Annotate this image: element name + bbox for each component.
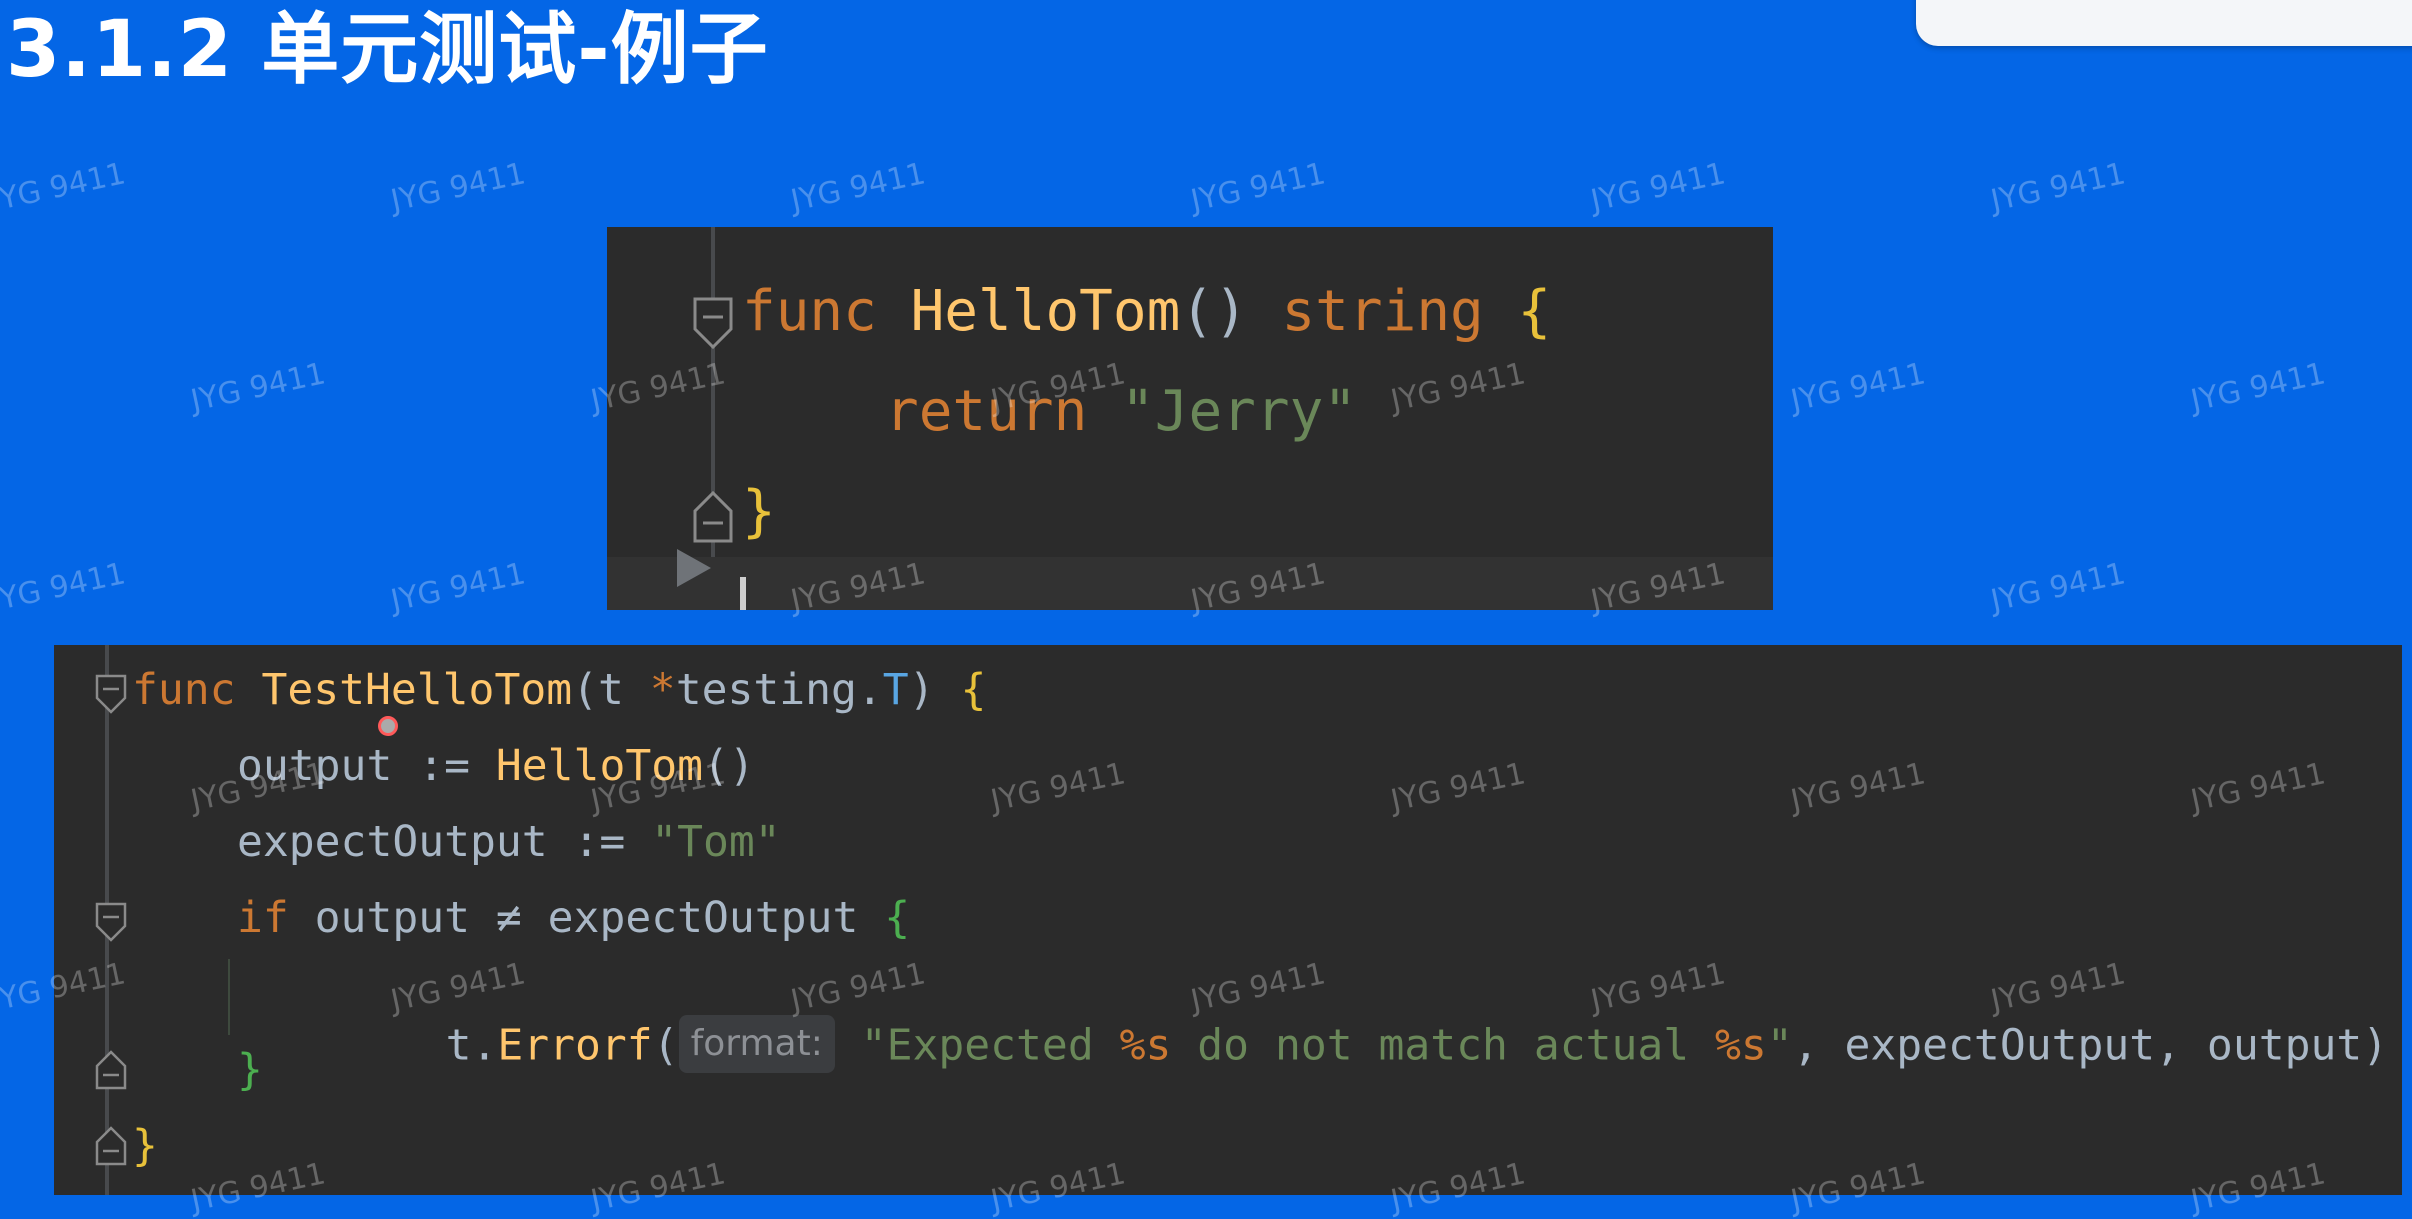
code-token: output — [314, 893, 496, 943]
code-line-3: expectOutput := "Tom" — [237, 817, 781, 867]
code-line-1: func TestHelloTom(t *testing.T) { — [132, 665, 986, 715]
code-token: { — [884, 893, 911, 943]
slide-title: 3.1.2 单元测试-例子 — [6, 5, 769, 95]
code-token: %s — [1119, 1020, 1172, 1071]
code-token: } — [237, 1045, 263, 1095]
watermark-text: JYG 9411 — [1787, 356, 1929, 419]
watermark-text: JYG 9411 — [387, 556, 529, 619]
code-token: T — [882, 665, 909, 715]
watermark-text: JYG 9411 — [1987, 556, 2129, 619]
mouse-pointer-indicator — [378, 716, 398, 736]
fold-end-icon[interactable] — [94, 1049, 128, 1091]
watermark-text: JYG 9411 — [2187, 356, 2329, 419]
code-token: { — [960, 665, 987, 715]
fold-collapse-icon[interactable] — [94, 673, 128, 715]
code-token: "Expected — [860, 1020, 1120, 1071]
code-token: do not match actual — [1171, 1020, 1716, 1071]
code-token: " — [1766, 1020, 1793, 1071]
code-line-5-prefix: t.Errorf( — [446, 1021, 679, 1071]
code-token: expectOutput — [237, 817, 574, 867]
current-line-highlight — [607, 557, 1773, 610]
code-token: . — [471, 1020, 498, 1071]
code-token: TestHelloTom — [261, 665, 573, 715]
code-line-6: } — [237, 1045, 263, 1095]
code-token: * — [649, 665, 676, 715]
code-editor-testhellotom[interactable]: func TestHelloTom(t *testing.T) { output… — [54, 645, 2402, 1195]
code-line-5-suffix: "Expected %s do not match actual %s", ex… — [835, 1021, 2388, 1071]
watermark-text: JYG 9411 — [1187, 156, 1329, 219]
watermark-text: JYG 9411 — [1987, 156, 2129, 219]
indent-guide — [228, 959, 230, 1035]
code-token: "Tom" — [651, 817, 781, 867]
fold-collapse-icon[interactable] — [691, 295, 735, 351]
code-token: () — [1180, 279, 1282, 344]
code-line-3: } — [742, 479, 776, 544]
code-token: output — [237, 741, 419, 791]
code-token: "Jerry" — [1121, 379, 1358, 444]
code-editor-hellotom[interactable]: func HelloTom() string { return "Jerry" … — [607, 227, 1773, 610]
code-token: func — [742, 279, 911, 344]
code-line-7: } — [132, 1121, 158, 1171]
fold-end-icon[interactable] — [691, 489, 735, 545]
code-line-4: if output ≠ expectOutput { — [237, 893, 910, 943]
watermark-text: JYG 9411 — [187, 356, 329, 419]
code-token: HelloTom — [910, 279, 1181, 344]
code-token: . — [856, 665, 883, 715]
code-token: testing — [675, 665, 857, 715]
code-token: func — [132, 665, 262, 715]
code-token: ≠ — [495, 893, 548, 943]
watermark-text: JYG 9411 — [1587, 156, 1729, 219]
code-token: t — [445, 1020, 472, 1071]
fold-end-icon[interactable] — [94, 1125, 128, 1167]
code-line-2: output := HelloTom() — [237, 741, 755, 791]
code-token: ) — [908, 665, 961, 715]
code-token: ( — [652, 1020, 679, 1071]
parameter-hint-format: format: — [678, 1015, 835, 1073]
code-line-1: func HelloTom() string { — [742, 279, 1551, 344]
code-token: := — [418, 741, 496, 791]
code-line-5: t.Errorf(format: "Expected %s do not mat… — [342, 969, 2388, 1127]
code-token: } — [742, 479, 776, 544]
watermark-text: JYG 9411 — [0, 556, 129, 619]
code-line-2: return "Jerry" — [885, 379, 1357, 444]
text-cursor — [740, 577, 746, 610]
code-token: HelloTom — [495, 741, 703, 791]
watermark-text: JYG 9411 — [0, 156, 129, 219]
code-token: := — [573, 817, 652, 867]
code-token: , expectOutput, output) — [1792, 1020, 2389, 1071]
code-token: (t — [572, 665, 650, 715]
floating-toolbar-panel[interactable] — [1916, 0, 2412, 46]
watermark-text: JYG 9411 — [787, 156, 929, 219]
code-token: return — [885, 379, 1122, 444]
code-token: } — [132, 1121, 158, 1171]
code-token: { — [1517, 279, 1552, 344]
code-token: () — [703, 741, 755, 791]
run-play-icon[interactable] — [673, 545, 715, 591]
code-token: if — [237, 893, 315, 943]
code-token: %s — [1715, 1020, 1767, 1071]
watermark-text: JYG 9411 — [387, 156, 529, 219]
fold-collapse-icon[interactable] — [94, 901, 128, 943]
code-token: string — [1281, 279, 1518, 344]
code-token: expectOutput — [547, 893, 885, 943]
code-token: Errorf — [497, 1020, 653, 1071]
